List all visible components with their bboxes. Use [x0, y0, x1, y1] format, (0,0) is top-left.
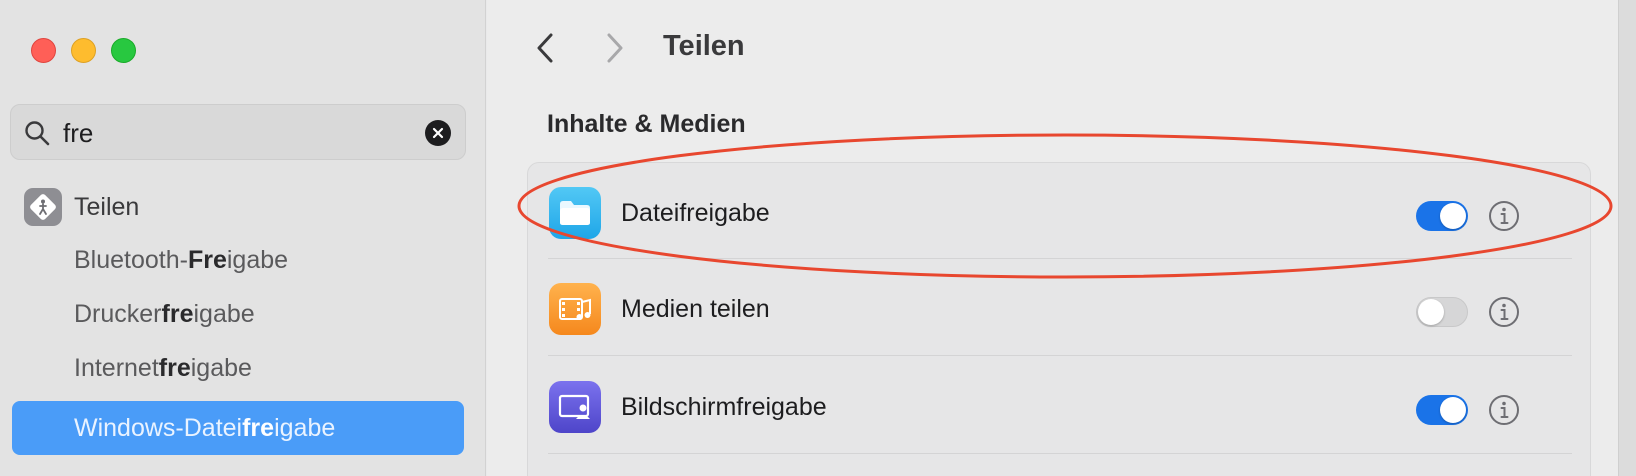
info-icon[interactable] [1488, 296, 1520, 328]
toggle-knob [1418, 299, 1444, 325]
settings-row-bildschirmfreigabe: Bildschirmfreigabe [528, 357, 1590, 457]
sidebar-item-label: Windows-Datei [74, 413, 243, 442]
divider [548, 453, 1572, 454]
row-label: Bildschirmfreigabe [621, 393, 827, 421]
settings-row-dateifreigabe: Dateifreigabe [528, 163, 1590, 263]
sidebar-item-druckerfreigabe[interactable]: Drucker fre igabe [12, 287, 464, 341]
screen-sharing-icon [549, 381, 601, 433]
dateifreigabe-toggle[interactable] [1416, 201, 1468, 231]
row-label: Medien teilen [621, 295, 770, 323]
page-title: Teilen [663, 30, 745, 62]
minimize-window-button[interactable] [71, 38, 96, 63]
sidebar-item-label: igabe [226, 245, 289, 274]
close-icon [432, 127, 444, 139]
info-icon[interactable] [1488, 200, 1520, 232]
search-icon [25, 121, 50, 146]
settings-card: Dateifreigabe Medien teilen Bildschirmfr… [527, 162, 1591, 476]
zoom-window-button[interactable] [111, 38, 136, 63]
search-input[interactable] [63, 113, 413, 153]
window-edge [1618, 0, 1636, 476]
sidebar-item-label: igabe [193, 299, 255, 328]
divider [548, 355, 1572, 356]
sidebar-item-label: Internet [74, 353, 159, 382]
forward-button[interactable] [599, 31, 629, 65]
search-match-highlight: fre [242, 413, 275, 442]
medien-teilen-toggle[interactable] [1416, 297, 1468, 327]
sidebar-item-windows-dateifreigabe[interactable]: Windows-Datei fre igabe [12, 401, 464, 455]
share-person-icon [24, 188, 62, 226]
close-window-button[interactable] [31, 38, 56, 63]
toggle-knob [1440, 397, 1466, 423]
sidebar-item-bluetooth-freigabe[interactable]: Bluetooth- Fre igabe [12, 233, 464, 287]
sidebar-item-label: igabe [274, 413, 336, 442]
sidebar-item-label: Bluetooth- [74, 245, 188, 274]
media-icon [549, 283, 601, 335]
sidebar: Teilen Bluetooth-Freigabe Druckerfreigab… [0, 0, 486, 476]
search-match-highlight: fre [158, 353, 191, 382]
bildschirmfreigabe-toggle[interactable] [1416, 395, 1468, 425]
back-button[interactable] [531, 31, 561, 65]
sidebar-item-teilen[interactable]: Teilen [24, 187, 139, 227]
settings-row-medien-teilen: Medien teilen [528, 259, 1590, 359]
sidebar-item-label: igabe [190, 353, 252, 382]
toggle-knob [1440, 203, 1466, 229]
search-match-highlight: Fre [187, 245, 227, 274]
sidebar-item-label: Drucker [74, 299, 162, 328]
row-label: Dateifreigabe [621, 199, 770, 227]
folder-icon [549, 187, 601, 239]
info-icon[interactable] [1488, 394, 1520, 426]
search-field[interactable] [10, 104, 466, 160]
section-title: Inhalte & Medien [547, 110, 746, 138]
sidebar-item-internetfreigabe[interactable]: Internet fre igabe [12, 341, 464, 395]
clear-search-button[interactable] [425, 120, 451, 146]
main-content: Teilen Inhalte & Medien Dateifreigabe Me… [487, 0, 1636, 476]
sidebar-item-label: Teilen [74, 192, 140, 221]
search-match-highlight: fre [161, 299, 194, 328]
